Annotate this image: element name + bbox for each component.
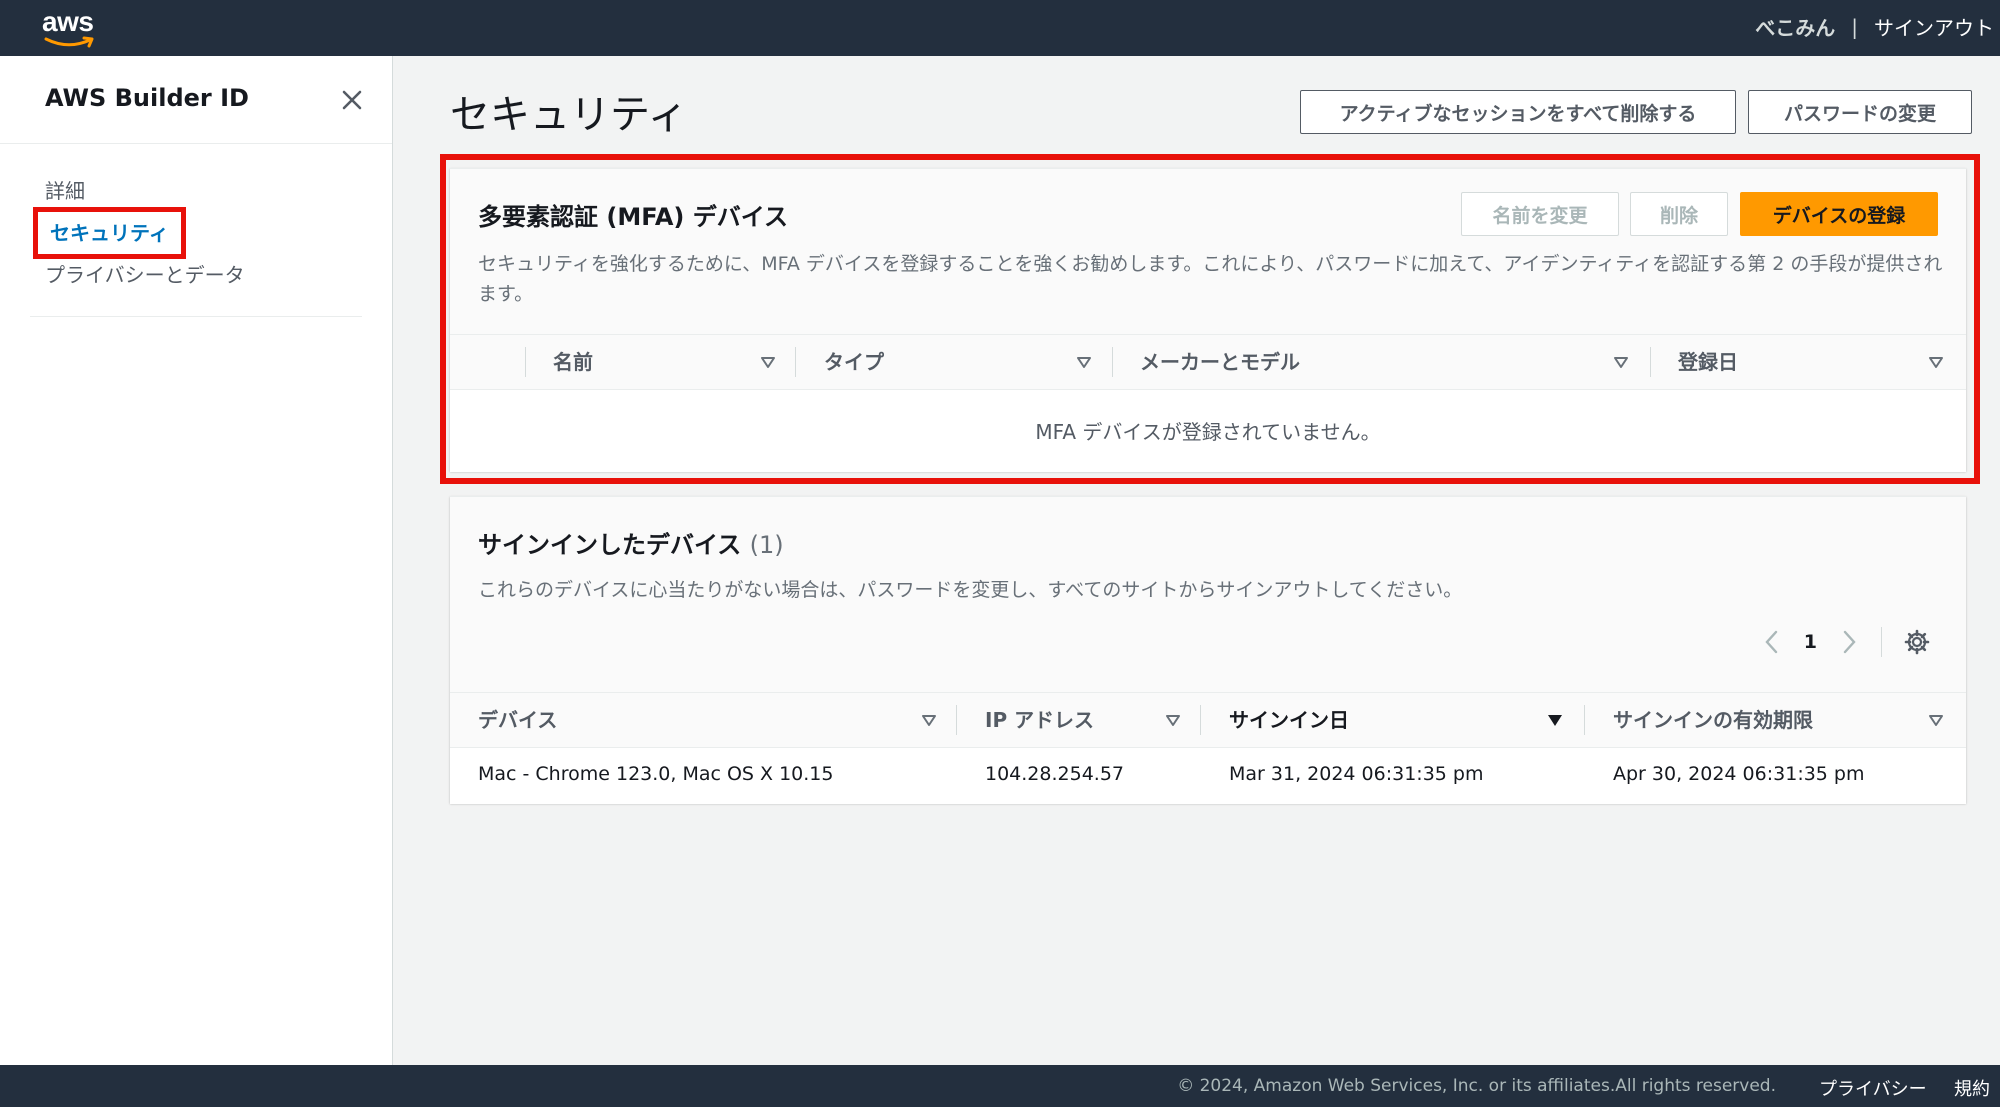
- page-title: セキュリティ: [450, 92, 688, 138]
- expiry-cell: Apr 30, 2024 06:31:35 pm: [1613, 763, 1865, 785]
- sidebar-nav: 詳細 セキュリティ プライバシーとデータ: [0, 144, 392, 317]
- mfa-panel-highlight: [440, 154, 1980, 484]
- sort-icon[interactable]: [1927, 711, 1945, 729]
- change-password-button[interactable]: パスワードの変更: [1748, 90, 1972, 134]
- devices-col-signin-date[interactable]: サインイン日: [1229, 693, 1349, 747]
- signin-date-cell: Mar 31, 2024 06:31:35 pm: [1229, 763, 1484, 785]
- devices-heading-text: サインインしたデバイス: [478, 531, 742, 559]
- footer-terms-link[interactable]: 規約: [1954, 1075, 1990, 1101]
- sidebar-item-details[interactable]: 詳細: [45, 170, 392, 212]
- username[interactable]: べこみん: [1755, 12, 1835, 41]
- devices-heading: サインインしたデバイス (1): [478, 525, 784, 560]
- page-number[interactable]: 1: [1804, 631, 1817, 653]
- chevron-right-icon[interactable]: [1839, 629, 1859, 655]
- user-menu: べこみん | サインアウト: [1755, 12, 1994, 41]
- signout-link[interactable]: サインアウト: [1874, 12, 1994, 41]
- footer: © 2024, Amazon Web Services, Inc. or its…: [0, 1065, 2000, 1107]
- close-icon[interactable]: [338, 86, 366, 114]
- aws-smile-icon: [44, 36, 94, 48]
- column-divider: [1200, 705, 1201, 735]
- sidebar-item-security-highlight: セキュリティ: [33, 207, 186, 259]
- pagination: 1: [1762, 627, 1930, 657]
- pager-divider: [1881, 627, 1882, 657]
- sidebar-header: AWS Builder ID: [0, 56, 392, 144]
- aws-logo-text: aws: [42, 6, 94, 37]
- signed-in-devices-panel: サインインしたデバイス (1) これらのデバイスに心当たりがない場合は、パスワー…: [450, 496, 1966, 804]
- sort-descending-icon[interactable]: [1546, 711, 1564, 729]
- ip-cell: 104.28.254.57: [985, 763, 1125, 785]
- devices-count: (1): [749, 531, 784, 559]
- footer-privacy-link[interactable]: プライバシー: [1819, 1075, 1927, 1101]
- aws-logo[interactable]: aws: [42, 6, 102, 48]
- devices-table-body: Mac - Chrome 123.0, Mac OS X 10.15 104.2…: [450, 748, 1966, 804]
- nav-separator: |: [1851, 14, 1858, 39]
- devices-col-expiry[interactable]: サインインの有効期限: [1613, 693, 1813, 747]
- footer-copyright: © 2024, Amazon Web Services, Inc. or its…: [1177, 1076, 1776, 1096]
- devices-description: これらのデバイスに心当たりがない場合は、パスワードを変更し、すべてのサイトからサ…: [478, 579, 1463, 601]
- chevron-left-icon[interactable]: [1762, 629, 1782, 655]
- column-divider: [956, 705, 957, 735]
- sort-icon[interactable]: [1164, 711, 1182, 729]
- sidebar-title: AWS Builder ID: [45, 84, 249, 112]
- sidebar: AWS Builder ID 詳細 セキュリティ プライバシーとデータ: [0, 56, 393, 1065]
- column-divider: [1584, 705, 1585, 735]
- sidebar-item-privacy[interactable]: プライバシーとデータ: [45, 254, 392, 296]
- top-navigation: aws べこみん | サインアウト: [0, 0, 2000, 56]
- devices-col-device[interactable]: デバイス: [478, 693, 557, 747]
- devices-table-header: デバイス IP アドレス サインイン日 サインインの有効期限: [450, 692, 1966, 748]
- sidebar-divider: [30, 316, 362, 317]
- devices-col-ip[interactable]: IP アドレス: [985, 693, 1094, 747]
- revoke-sessions-button[interactable]: アクティブなセッションをすべて削除する: [1300, 90, 1736, 134]
- device-cell: Mac - Chrome 123.0, Mac OS X 10.15: [478, 763, 834, 785]
- sidebar-item-security[interactable]: セキュリティ: [50, 212, 169, 254]
- settings-gear-icon[interactable]: [1904, 629, 1930, 655]
- sort-icon[interactable]: [920, 711, 938, 729]
